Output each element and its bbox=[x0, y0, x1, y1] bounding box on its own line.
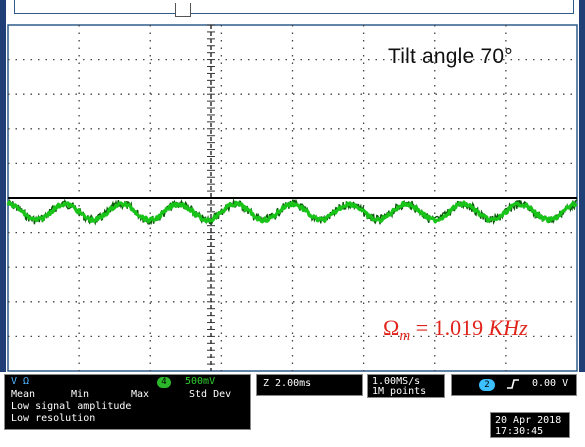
tilt-angle-annotation: Tilt angle 70° bbox=[388, 45, 513, 68]
rising-edge-icon bbox=[506, 377, 520, 394]
waveform-trace bbox=[6, 200, 578, 224]
top-record-strip bbox=[0, 0, 585, 24]
right-frame-bar bbox=[579, 22, 585, 372]
left-frame-bar bbox=[0, 22, 6, 372]
timestamp-panel: 20 Apr 2018 17:30:45 bbox=[490, 412, 570, 438]
frequency-value: = 1.019 bbox=[410, 315, 489, 340]
timestamp-date: 20 Apr 2018 bbox=[495, 415, 562, 426]
trigger-source-badge[interactable]: 2 bbox=[479, 379, 495, 391]
warning-low-amplitude: Low signal amplitude bbox=[11, 401, 132, 412]
frequency-annotation: Ωm = 1.019 KHz bbox=[383, 315, 528, 345]
stat-header-mean: Mean bbox=[11, 389, 36, 400]
acquisition-panel[interactable]: 1.00MS/s 1M points bbox=[367, 374, 445, 398]
timestamp-time: 17:30:45 bbox=[495, 426, 544, 437]
stat-header-min: Min bbox=[71, 389, 90, 400]
status-bar: V Ω 4 500mV Mean Min Max Std Dev Low sig… bbox=[0, 372, 585, 447]
oscilloscope-screen: Tilt angle 70° Ωm = 1.019 KHz V Ω 4 500m… bbox=[0, 0, 585, 447]
channel-measurement-panel[interactable]: V Ω 4 500mV Mean Min Max Std Dev Low sig… bbox=[4, 374, 251, 430]
record-view-bracket bbox=[14, 0, 574, 14]
channel-4-badge[interactable]: 4 bbox=[157, 377, 171, 388]
trigger-position-marker-icon[interactable] bbox=[175, 3, 191, 17]
trigger-panel[interactable]: 2 0.00 V bbox=[451, 374, 577, 396]
stat-header-std-dev: Std Dev bbox=[189, 389, 232, 400]
channel-scale[interactable]: 500mV bbox=[185, 376, 215, 387]
timebase-label: Z 2.00ms bbox=[263, 378, 312, 389]
omega-symbol: Ω bbox=[383, 315, 400, 340]
warning-low-resolution: Low resolution bbox=[11, 413, 96, 424]
omega-subscript: m bbox=[399, 328, 411, 344]
record-length: 1M points bbox=[372, 386, 427, 397]
timebase-panel[interactable]: Z 2.00ms bbox=[256, 374, 363, 396]
frequency-unit: KHz bbox=[488, 315, 528, 340]
units-readout: V Ω bbox=[11, 376, 30, 387]
trigger-level: 0.00 V bbox=[532, 378, 569, 389]
stat-header-max: Max bbox=[131, 389, 150, 400]
